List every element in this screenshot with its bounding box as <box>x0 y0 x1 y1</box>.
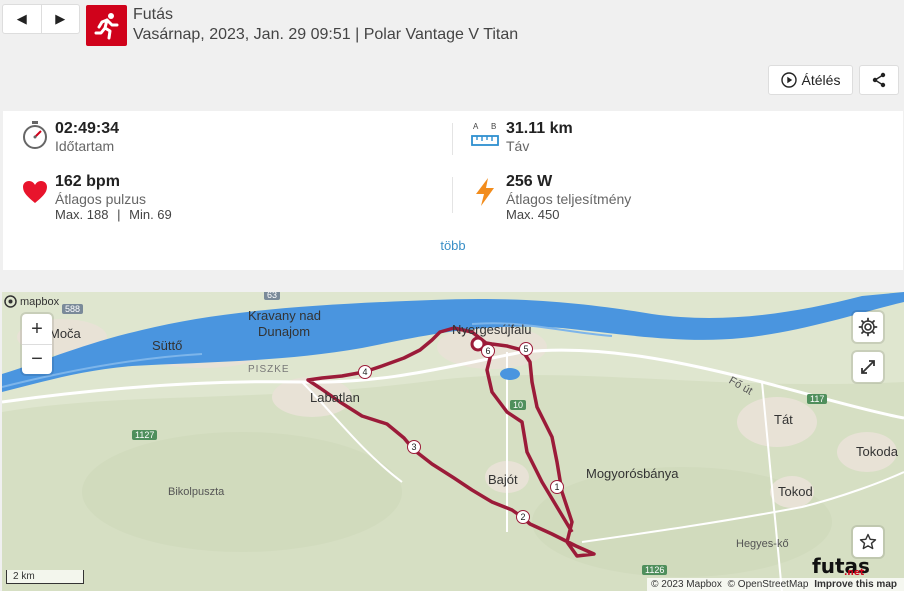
place-nyergesujfalu: Nyergesújfalu <box>452 322 532 337</box>
previous-activity-button[interactable]: ◀ <box>3 5 41 33</box>
place-tokoda: Tokoda <box>856 444 898 459</box>
attribution-osm[interactable]: © OpenStreetMap <box>728 579 809 590</box>
stats-card: 02:49:34 Időtartam 162 bpm Átlagos pulzu… <box>3 111 903 270</box>
expand-icon <box>861 360 875 374</box>
road-badge-117: 117 <box>807 394 828 404</box>
heart-rate-max: Max. 188 <box>55 207 109 222</box>
activity-title: Futás <box>133 6 174 23</box>
favorite-button[interactable] <box>853 527 883 557</box>
heart-rate-value: 162 bpm <box>55 173 120 190</box>
replay-label: Átélés <box>801 72 841 88</box>
km-marker: 1 <box>550 480 564 494</box>
stopwatch-icon <box>21 120 49 150</box>
duration-value: 02:49:34 <box>55 120 120 137</box>
gear-icon <box>858 317 878 337</box>
map-scale: 2 km <box>6 570 84 584</box>
place-bikolpuszta: Bikolpuszta <box>168 486 225 498</box>
place-piszke: PISZKE <box>248 364 290 375</box>
stats-divider <box>452 177 453 213</box>
running-person-icon <box>86 5 127 46</box>
stats-divider <box>452 123 453 155</box>
place-hegyesko: Hegyes-kő <box>736 538 789 550</box>
place-bajot: Bajót <box>488 472 518 487</box>
distance-value: 31.11 km <box>506 120 573 137</box>
play-icon <box>780 72 797 88</box>
map-attribution: © 2023 Mapbox © OpenStreetMap Improve th… <box>647 578 904 591</box>
heart-icon <box>21 177 49 207</box>
zoom-out-button[interactable]: − <box>22 344 52 374</box>
ruler-icon: A B <box>471 120 499 150</box>
km-marker: 2 <box>516 510 530 524</box>
fullscreen-button[interactable] <box>853 352 883 382</box>
power-value: 256 W <box>506 173 553 190</box>
share-icon <box>872 72 886 88</box>
km-marker: 6 <box>481 344 495 358</box>
distance-ab-b: B <box>491 122 496 131</box>
more-link[interactable]: több <box>3 238 903 253</box>
heart-rate-range: Max. 188 | Min. 69 <box>55 207 172 222</box>
star-icon <box>859 533 877 550</box>
place-tat: Tát <box>774 412 793 427</box>
place-kravany-1: Kravany nad <box>248 308 321 323</box>
distance-label: Táv <box>506 138 530 154</box>
mapbox-logo-text: mapbox <box>20 295 60 308</box>
place-sutto: Süttő <box>152 338 183 353</box>
heart-rate-separator: | <box>117 207 121 222</box>
km-marker: 3 <box>407 440 421 454</box>
road-badge-1126: 1126 <box>642 565 668 575</box>
zoom-controls: + − <box>22 314 52 374</box>
duration-label: Időtartam <box>55 138 115 154</box>
next-activity-button[interactable]: ▶ <box>40 5 80 33</box>
place-moca: Moča <box>49 326 81 341</box>
heart-rate-min: Min. 69 <box>129 207 172 222</box>
road-badge-588: 588 <box>62 304 84 314</box>
route-map[interactable]: 588 63 117 1127 1126 10 Moča Süttő Krava… <box>2 292 904 591</box>
place-tokod: Tokod <box>778 484 813 499</box>
replay-button[interactable]: Átélés <box>768 65 853 95</box>
attribution-improve[interactable]: Improve this map <box>814 579 897 590</box>
km-marker: 4 <box>358 365 372 379</box>
activity-nav: ◀ ▶ <box>2 4 80 34</box>
place-mogyorosbanya: Mogyorósbánya <box>586 466 679 481</box>
mapbox-logo[interactable]: mapbox <box>4 295 59 308</box>
zoom-in-button[interactable]: + <box>22 314 52 344</box>
road-badge-10: 10 <box>510 400 527 410</box>
share-button[interactable] <box>859 65 899 95</box>
lightning-icon <box>471 177 499 207</box>
attribution-mapbox[interactable]: © 2023 Mapbox <box>651 579 722 590</box>
heart-rate-label: Átlagos pulzus <box>55 191 147 207</box>
power-label: Átlagos teljesítmény <box>506 191 632 207</box>
km-marker: 5 <box>519 342 533 356</box>
mapbox-icon <box>4 295 17 308</box>
road-badge-63: 63 <box>264 292 281 300</box>
distance-ab-a: A <box>473 122 479 131</box>
watermark-sub: .net <box>844 568 865 578</box>
futas-watermark: futas .net <box>812 554 870 578</box>
power-max: Max. 450 <box>506 207 560 222</box>
activity-subtitle: Vasárnap, 2023, Jan. 29 09:51 | Polar Va… <box>133 26 519 43</box>
map-settings-button[interactable] <box>853 312 883 342</box>
place-kravany-2: Dunajom <box>258 324 311 339</box>
road-badge-1127: 1127 <box>132 430 158 440</box>
place-labatlan: Labatlan <box>310 390 360 405</box>
